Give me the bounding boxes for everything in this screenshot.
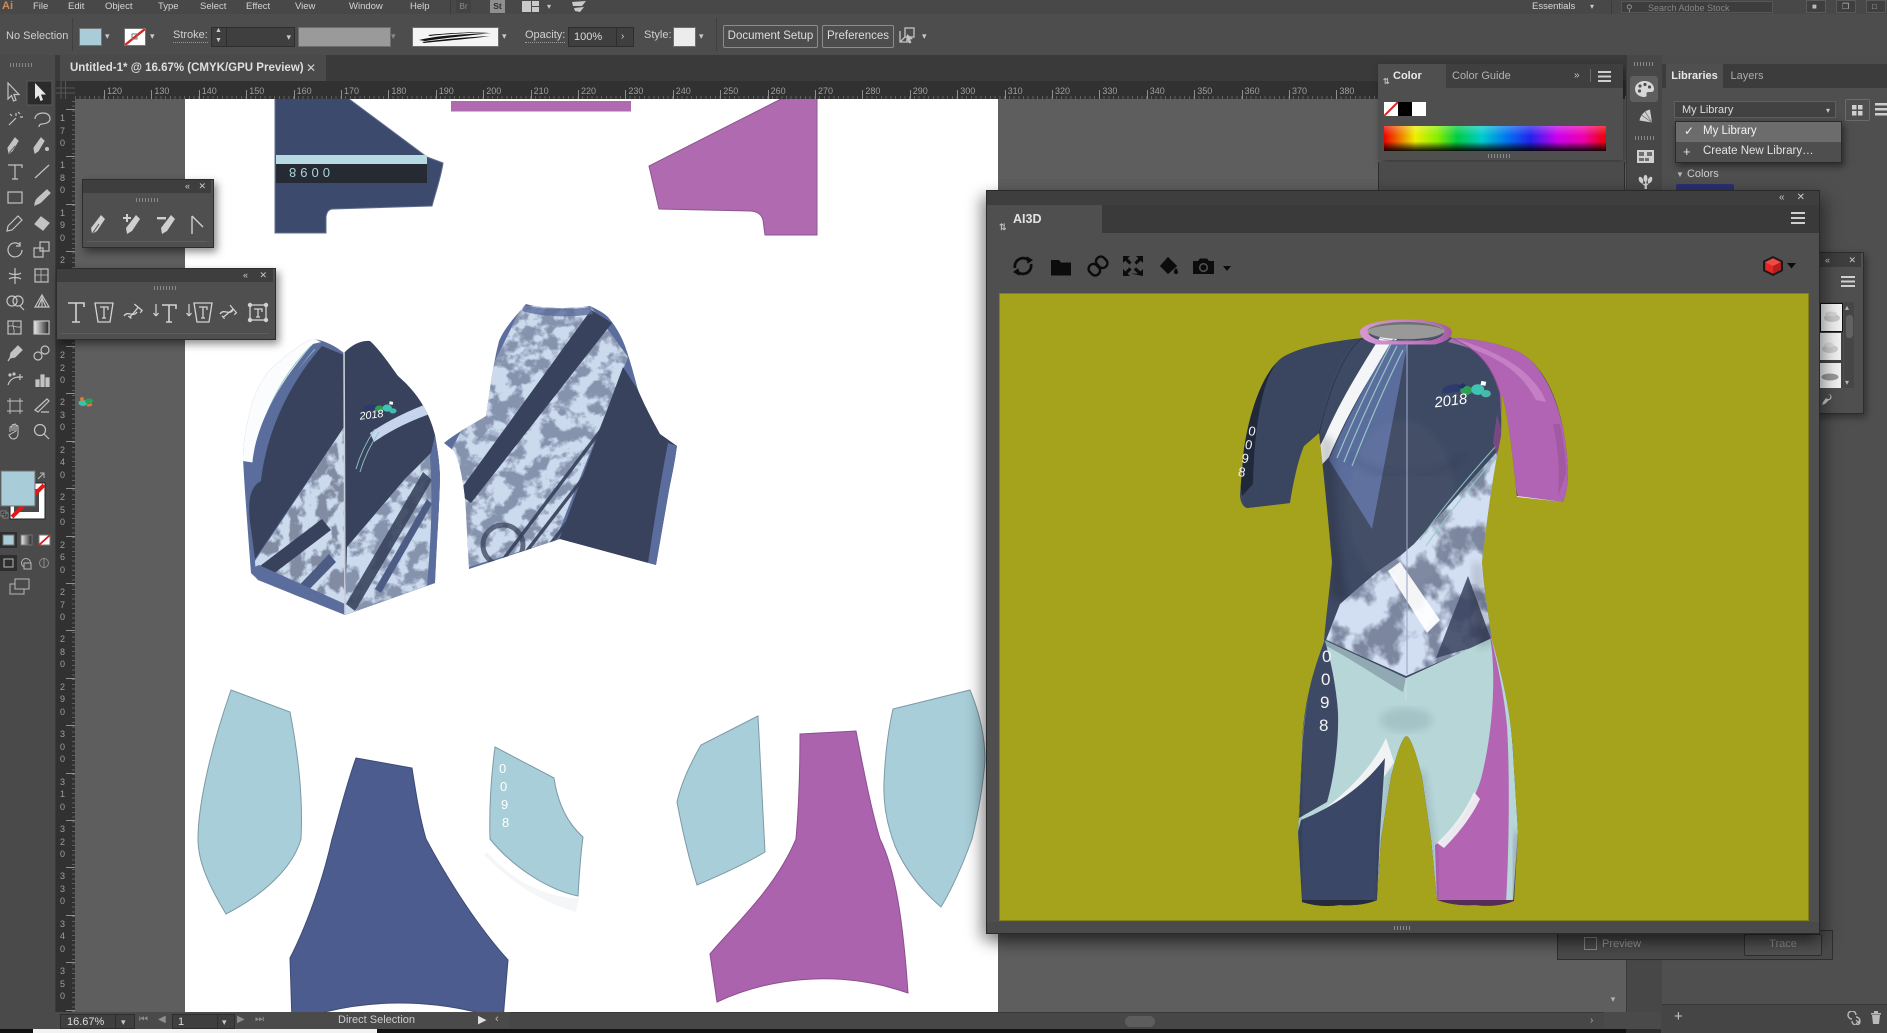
- svg-text:9: 9: [1320, 693, 1329, 712]
- svg-text:0098: 0098: [285, 165, 330, 180]
- svg-text:0: 0: [500, 779, 507, 794]
- svg-text:0: 0: [1322, 647, 1331, 666]
- svg-text:8: 8: [502, 815, 509, 830]
- svg-text:8: 8: [1319, 716, 1328, 735]
- svg-text:9: 9: [501, 797, 508, 812]
- svg-text:0: 0: [1321, 670, 1330, 689]
- svg-text:0: 0: [499, 761, 506, 776]
